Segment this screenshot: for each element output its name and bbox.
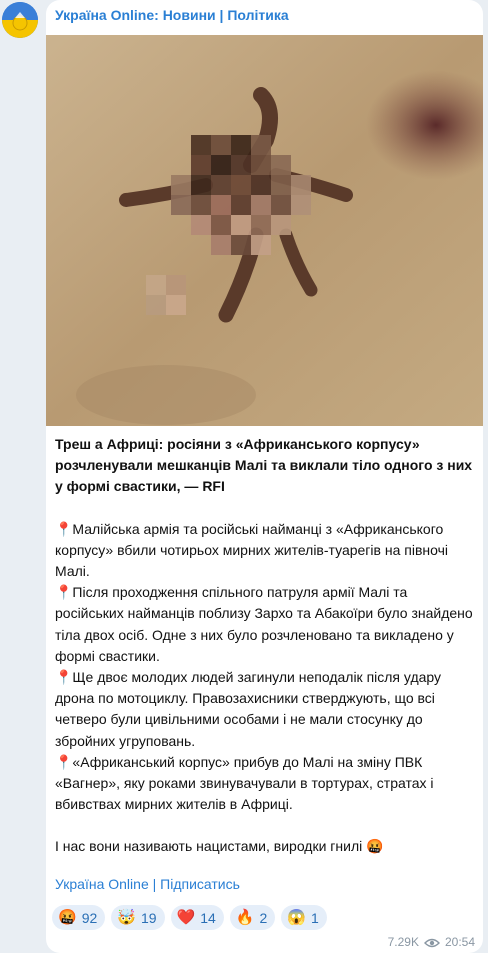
message-meta: 7.29K 20:54 — [388, 935, 475, 949]
reaction-angry[interactable]: 🤬 92 — [52, 905, 106, 930]
post-text: Треш а Африці: росіяни з «Африканського … — [55, 434, 473, 858]
post-paragraph: 📍Малійська армія та російські найманці з… — [55, 520, 448, 580]
mind-blown-icon: 🤯 — [117, 909, 136, 926]
subscribe-link[interactable]: Україна Online | Підписатись — [55, 876, 240, 892]
message-time: 20:54 — [444, 935, 475, 949]
eye-icon — [423, 937, 440, 948]
reaction-count: 1 — [310, 909, 319, 926]
reaction-fire[interactable]: 🔥 2 — [229, 905, 276, 930]
view-count: 7.29K — [387, 935, 419, 949]
reaction-heart[interactable]: ❤️ 14 — [170, 905, 224, 930]
post-paragraph: 📍Ще двоє молодих людей загинули неподалі… — [55, 669, 442, 749]
screaming-face-icon: 😱 — [287, 909, 306, 926]
reaction-mind-blown[interactable]: 🤯 19 — [111, 905, 165, 930]
post-photo[interactable] — [46, 35, 483, 426]
channel-avatar[interactable] — [2, 2, 38, 38]
post-paragraph: 📍«Африканський корпус» прибув до Малі на… — [55, 753, 434, 813]
reaction-count: 19 — [140, 909, 157, 926]
channel-title[interactable]: Україна Online: Новини | Політика — [55, 7, 289, 23]
heart-icon: ❤️ — [176, 909, 196, 926]
message-bubble: Україна Online: Новини | Політика Треш а… — [46, 0, 483, 953]
fire-icon: 🔥 — [235, 909, 255, 926]
reaction-count: 14 — [200, 909, 216, 926]
reactions-bar: 🤬 92 🤯 19 ❤️ 14 🔥 2 😱 1 — [52, 905, 327, 930]
post-headline: Треш а Африці: росіяни з «Африканського … — [55, 436, 473, 495]
reaction-count: 92 — [81, 909, 98, 926]
reaction-scream[interactable]: 😱 1 — [281, 905, 327, 930]
post-closing: І нас вони називають нацистами, виродки … — [55, 838, 384, 855]
post-paragraph: 📍Після проходження спільного патруля арм… — [55, 584, 473, 664]
angry-face-icon: 🤬 — [58, 909, 77, 926]
reaction-count: 2 — [259, 909, 268, 926]
